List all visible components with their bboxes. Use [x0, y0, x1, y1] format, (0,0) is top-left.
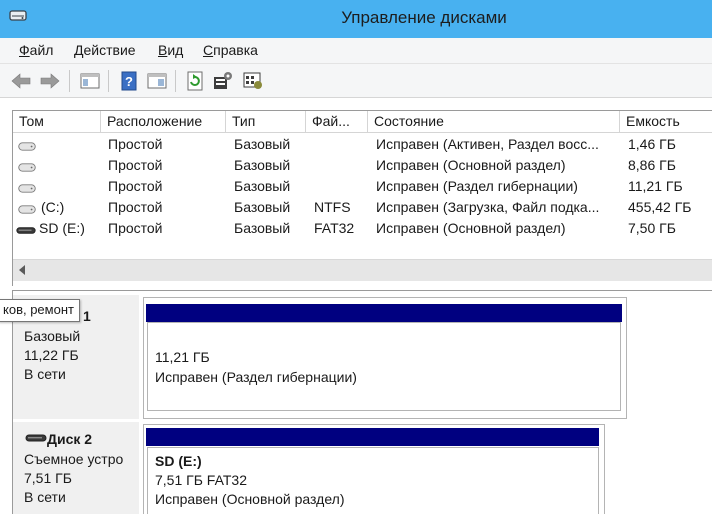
- disk-type: Съемное устро: [24, 451, 124, 467]
- volume-layout: Простой: [108, 220, 163, 236]
- menu-bar: Файл Действие Вид Справка: [0, 38, 712, 64]
- disk-size: 7,51 ГБ: [24, 470, 72, 486]
- disk-title: Диск 2: [47, 431, 93, 447]
- toolbar-separator: [175, 70, 176, 92]
- disk-status: В сети: [24, 489, 66, 505]
- menu-file[interactable]: Файл: [19, 42, 53, 58]
- volume-status: Исправен (Активен, Раздел восс...: [376, 136, 599, 152]
- removable-drive-icon: [16, 227, 36, 234]
- menu-help[interactable]: Справка: [203, 42, 258, 58]
- column-header-volume[interactable]: Том: [13, 111, 101, 133]
- volume-layout: Простой: [108, 136, 163, 152]
- refresh-icon[interactable]: [183, 69, 207, 93]
- volume-capacity: 7,50 ГБ: [628, 220, 676, 236]
- volume-type: Базовый: [234, 136, 291, 152]
- forward-icon[interactable]: [38, 69, 62, 93]
- volume-icon: [18, 163, 36, 172]
- volume-capacity: 455,42 ГБ: [628, 199, 692, 215]
- svg-text:?: ?: [125, 74, 133, 89]
- column-header-capacity[interactable]: Емкость: [620, 111, 712, 133]
- partition-size: 7,51 ГБ FAT32: [155, 472, 247, 488]
- volume-type: Базовый: [234, 157, 291, 173]
- volume-icon: [18, 142, 36, 151]
- volume-status: Исправен (Основной раздел): [376, 220, 566, 236]
- volume-type: Базовый: [234, 199, 291, 215]
- volume-list: Том Расположение Тип Фай... Состояние Ем…: [12, 110, 712, 286]
- window-title: Управление дисками: [341, 8, 507, 27]
- removable-drive-icon: [25, 434, 47, 442]
- menu-action[interactable]: Действие: [74, 42, 136, 58]
- settings-icon[interactable]: [211, 69, 235, 93]
- volume-layout: Простой: [108, 157, 163, 173]
- tooltip: ков, ремонт: [0, 299, 80, 322]
- partition-header-bar: [146, 304, 622, 322]
- partition-status: Исправен (Основной раздел): [155, 491, 345, 507]
- properties-icon[interactable]: [145, 69, 169, 93]
- disk-size: 11,22 ГБ: [24, 347, 79, 363]
- volume-name: SD (E:): [39, 220, 85, 236]
- help-icon[interactable]: ?: [117, 69, 141, 93]
- volume-capacity: 11,21 ГБ: [628, 178, 683, 194]
- volume-type: Базовый: [234, 178, 291, 194]
- volume-status: Исправен (Загрузка, Файл подка...: [376, 199, 600, 215]
- volume-capacity: 1,46 ГБ: [628, 136, 676, 152]
- back-icon[interactable]: [9, 69, 33, 93]
- volume-status: Исправен (Основной раздел): [376, 157, 566, 173]
- volume-layout: Простой: [108, 199, 163, 215]
- disk-graphical-view: 1 Базовый 11,22 ГБ В сети 11,21 ГБ Испра…: [12, 290, 712, 514]
- volume-layout: Простой: [108, 178, 163, 194]
- volume-filesystem: FAT32: [314, 220, 355, 236]
- volume-name: (C:): [41, 199, 65, 215]
- volume-status: Исправен (Раздел гибернации): [376, 178, 578, 194]
- partition-label: SD (E:): [155, 453, 202, 469]
- volume-capacity: 8,86 ГБ: [628, 157, 676, 173]
- console-tree-icon[interactable]: [78, 69, 102, 93]
- volume-type: Базовый: [234, 220, 291, 236]
- rescan-icon[interactable]: [241, 69, 265, 93]
- volume-icon: [18, 184, 36, 193]
- horizontal-scrollbar[interactable]: [13, 259, 712, 281]
- toolbar-separator: [108, 70, 109, 92]
- disk-title: 1: [83, 308, 91, 324]
- disk-type: Базовый: [24, 328, 81, 344]
- volume-icon: [18, 205, 36, 214]
- partition-status: Исправен (Раздел гибернации): [155, 369, 357, 385]
- column-header-type[interactable]: Тип: [226, 111, 306, 133]
- toolbar-separator: [69, 70, 70, 92]
- partition-body[interactable]: [147, 322, 621, 411]
- scroll-left-icon[interactable]: [19, 265, 25, 275]
- title-bar: Управление дисками: [0, 0, 712, 38]
- disk-status: В сети: [24, 366, 66, 382]
- column-header-status[interactable]: Состояние: [368, 111, 620, 133]
- toolbar: ?: [0, 64, 712, 98]
- menu-view[interactable]: Вид: [158, 42, 183, 58]
- partition-size: 11,21 ГБ: [155, 349, 210, 365]
- column-header-layout[interactable]: Расположение: [101, 111, 226, 133]
- column-header-filesystem[interactable]: Фай...: [306, 111, 368, 133]
- partition-header-bar: [146, 428, 599, 446]
- volume-filesystem: NTFS: [314, 199, 351, 215]
